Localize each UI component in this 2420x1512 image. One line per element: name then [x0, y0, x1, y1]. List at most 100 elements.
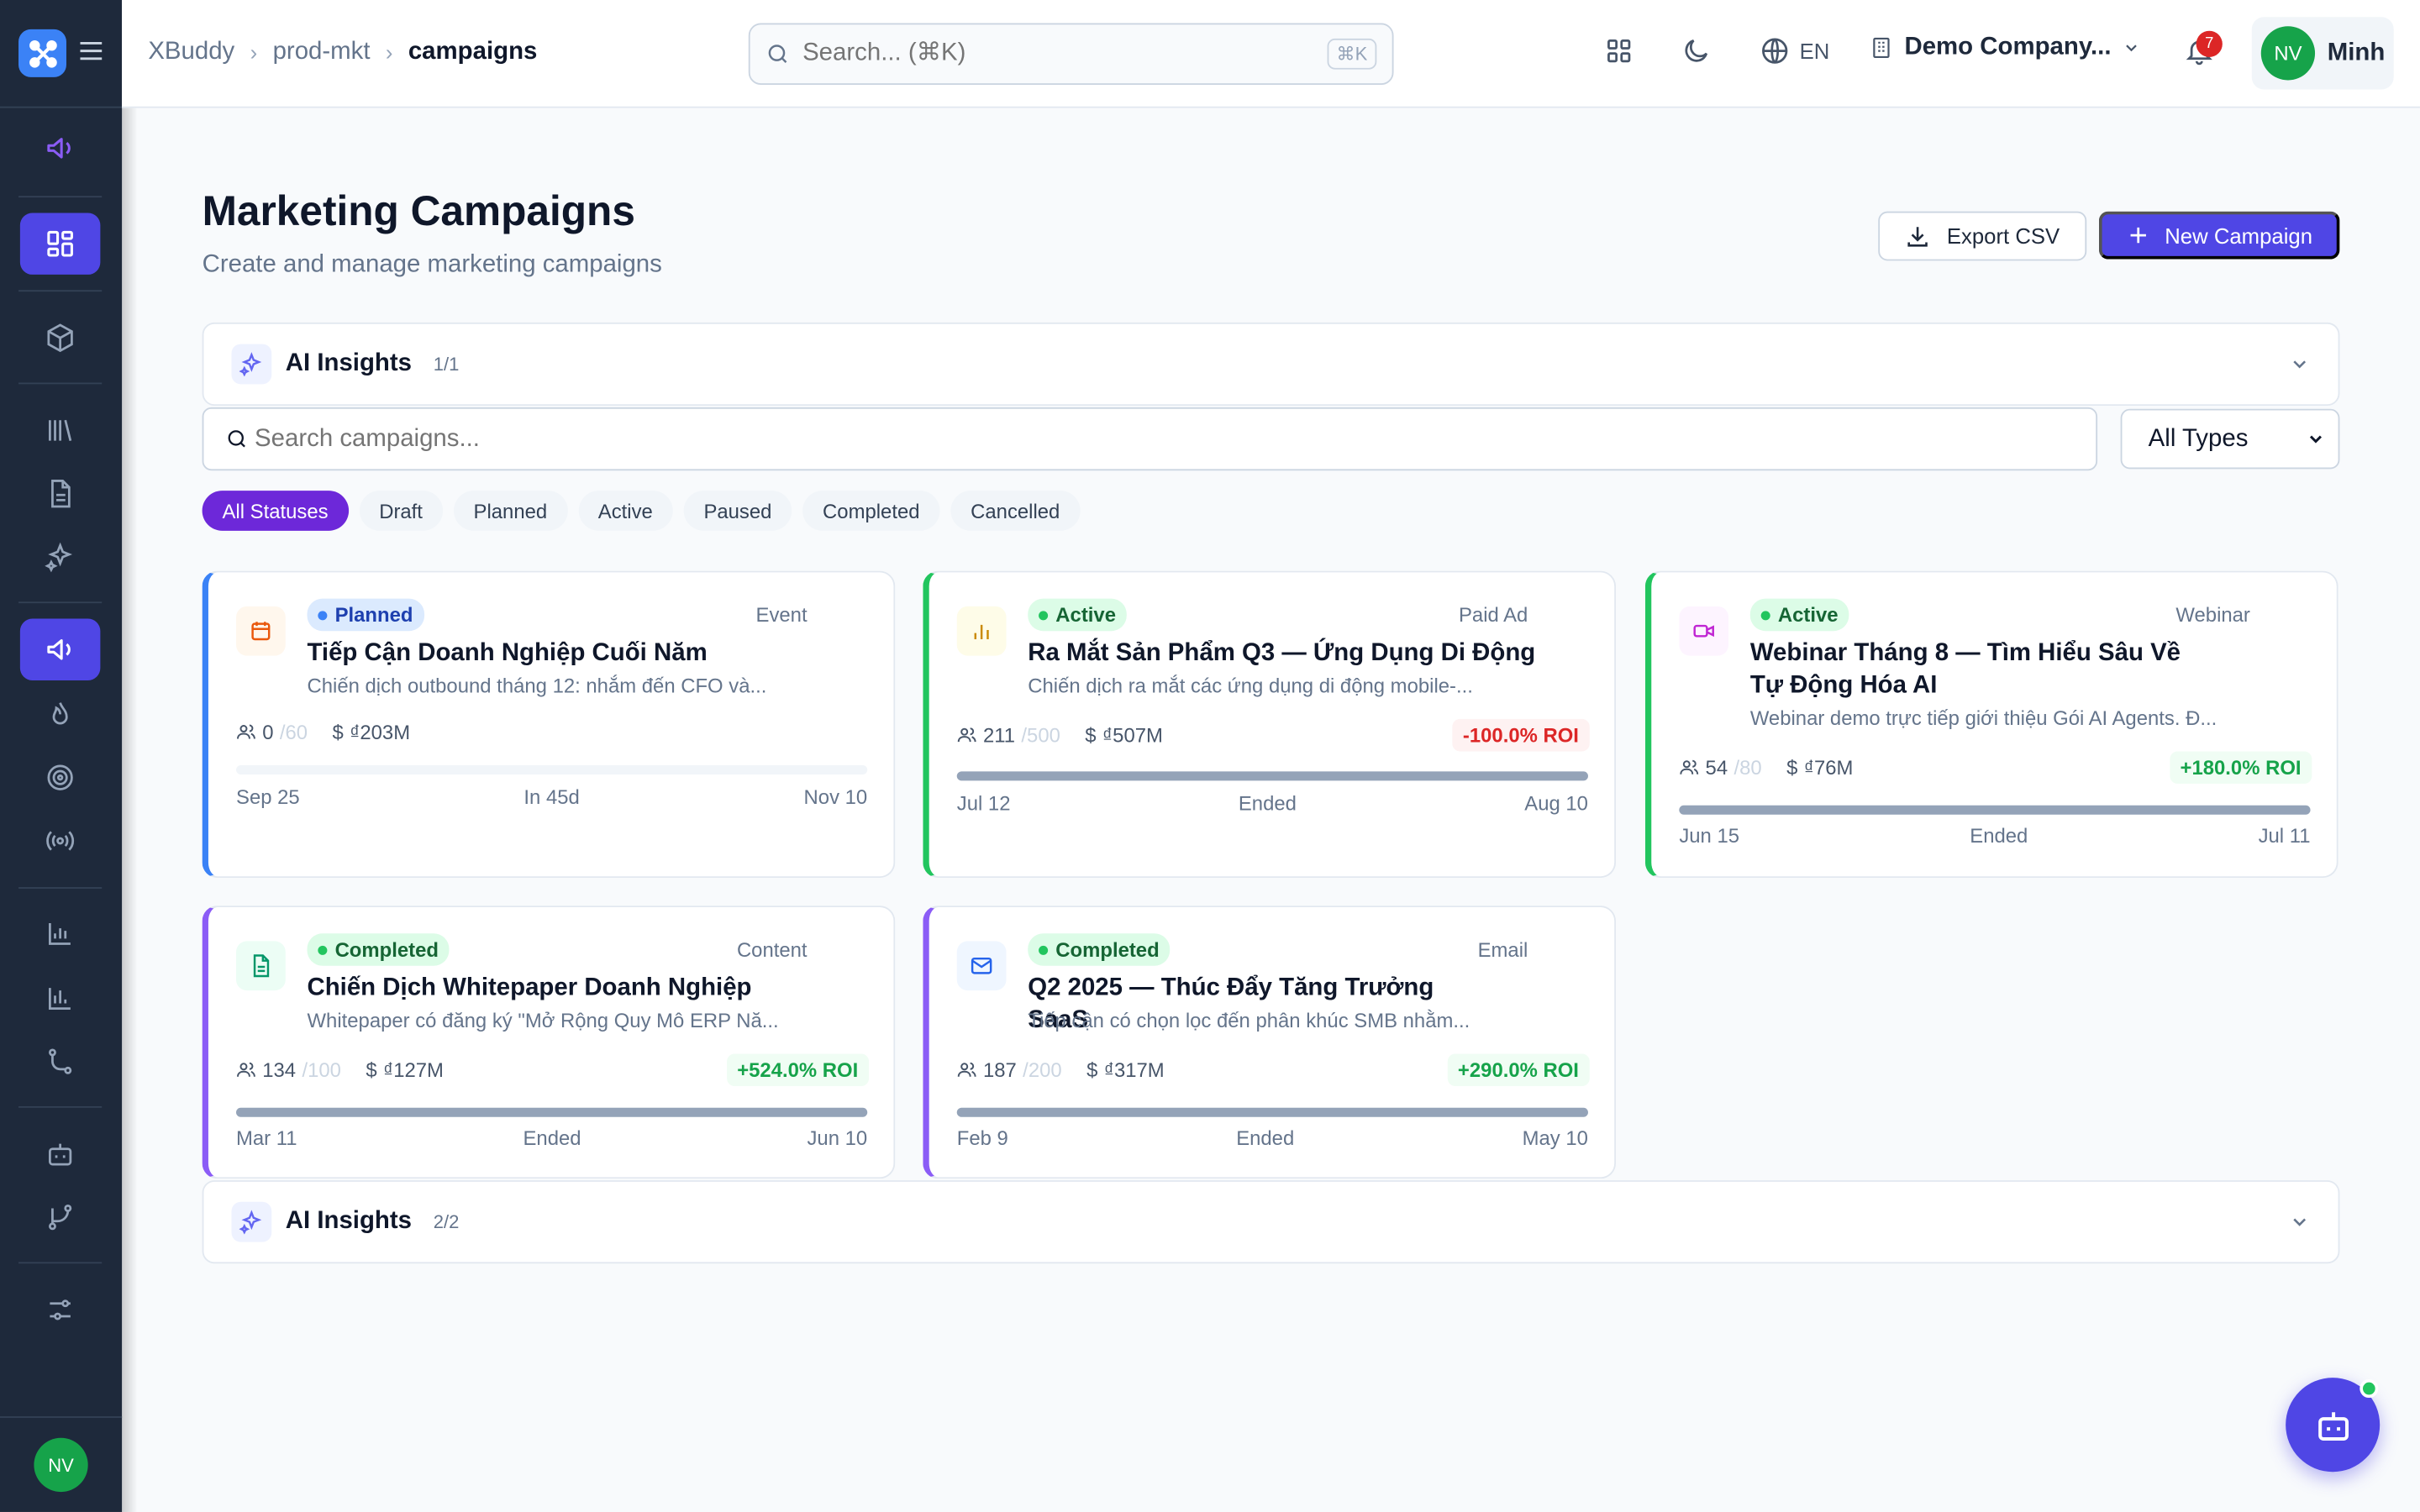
- status-badge: Completed: [1028, 933, 1171, 966]
- download-icon: [1908, 226, 1928, 246]
- sliders-icon: [50, 1299, 71, 1320]
- apps-button[interactable]: [1603, 35, 1634, 66]
- campaign-dates: Sep 25 In 45d Nov 10: [236, 785, 867, 809]
- start-date: Feb 9: [956, 1126, 1008, 1150]
- user-menu[interactable]: NV Minh: [2251, 17, 2394, 90]
- sidebar-item-dashboard[interactable]: [19, 213, 101, 275]
- dollar-icon: $: [1085, 723, 1097, 747]
- ai-insights-title: AI Insights: [285, 349, 412, 377]
- budget: ₫76M: [1803, 755, 1854, 780]
- sidebar-item-ai[interactable]: [20, 526, 101, 587]
- chevron-down-icon[interactable]: [2289, 1211, 2311, 1233]
- dashboard-icon: [47, 230, 73, 257]
- sidebar-item-campaigns[interactable]: [19, 618, 101, 680]
- campaign-name[interactable]: Webinar Tháng 8 — Tìm Hiểu Sâu Về Tự Độn…: [1750, 638, 2213, 702]
- sidebar-item-settings[interactable]: [20, 1279, 101, 1341]
- sidebar-item-marketing-module[interactable]: [20, 118, 101, 179]
- breadcrumb-root[interactable]: XBuddy: [148, 39, 234, 66]
- bot-icon: [2317, 1411, 2349, 1441]
- sidebar-item-agents[interactable]: [20, 1123, 101, 1184]
- status-chip-all[interactable]: All Statuses: [202, 491, 349, 531]
- theme-toggle[interactable]: [1681, 35, 1712, 66]
- sidebar-item-broadcast[interactable]: [20, 810, 101, 871]
- ai-insights-count: 1/1: [433, 353, 460, 375]
- campaign-card[interactable]: Active Paid Ad Ra Mắt Sản Phẩm Q3 — Ứng …: [923, 570, 1617, 879]
- start-date: Jun 15: [1679, 823, 1740, 848]
- leads-count: 187: [982, 1058, 1017, 1082]
- sidebar-item-products[interactable]: [20, 307, 101, 369]
- menu-icon[interactable]: [79, 37, 103, 70]
- type-select-value: All Types: [2148, 425, 2249, 452]
- breadcrumb-workspace[interactable]: prod-mkt: [273, 39, 371, 66]
- plus-icon: [2129, 227, 2146, 244]
- campaign-type: Email: [1477, 937, 1528, 962]
- sidebar-item-leads[interactable]: [20, 684, 101, 745]
- users-icon: [237, 724, 255, 739]
- status-chip-completed[interactable]: Completed: [802, 491, 940, 531]
- campaign-name[interactable]: Chiến Dịch Whitepaper Doanh Nghiệp: [308, 972, 771, 1005]
- sidebar-item-branches[interactable]: [20, 1186, 101, 1247]
- ai-insights-panel-bottom[interactable]: AI Insights 2/2: [202, 1180, 2340, 1264]
- users-icon: [237, 1062, 255, 1077]
- language-switcher[interactable]: EN: [1760, 35, 1829, 66]
- campaign-search[interactable]: [202, 407, 2098, 471]
- bar-chart-icon: [956, 606, 1007, 656]
- box-icon: [47, 323, 73, 353]
- sidebar-item-library[interactable]: [20, 400, 101, 461]
- status-chip-draft[interactable]: Draft: [359, 491, 443, 531]
- users-icon: [1680, 759, 1699, 774]
- sidebar-item-goals[interactable]: [20, 747, 101, 808]
- sidebar-item-analytics[interactable]: [20, 902, 101, 963]
- company-switcher[interactable]: Demo Company...: [1869, 34, 2140, 61]
- building-icon: [1873, 37, 1890, 59]
- type-select[interactable]: All Types: [2120, 408, 2340, 470]
- new-campaign-label: New Campaign: [2165, 223, 2313, 248]
- breadcrumb-current: campaigns: [408, 38, 538, 66]
- chevron-down-icon[interactable]: [2289, 354, 2311, 375]
- sidebar-divider: [18, 887, 103, 889]
- budget: ₫317M: [1103, 1058, 1165, 1082]
- campaign-search-input[interactable]: [255, 425, 2096, 454]
- leads-target: /80: [1733, 755, 1762, 780]
- campaign-name[interactable]: Tiếp Cận Doanh Nghiệp Cuối Năm: [308, 638, 771, 670]
- campaign-description: Chiến dịch outbound tháng 12: nhắm đến C…: [307, 674, 767, 698]
- ai-insights-count: 2/2: [433, 1210, 460, 1233]
- export-csv-button[interactable]: Export CSV: [1878, 211, 2087, 261]
- dollar-icon: $: [1786, 755, 1798, 780]
- global-search-input[interactable]: [802, 39, 1328, 68]
- sidebar-item-documents[interactable]: [20, 463, 101, 524]
- time-status: Ended: [1236, 1126, 1295, 1150]
- status-chip-cancelled[interactable]: Cancelled: [950, 491, 1081, 531]
- status-chip-active[interactable]: Active: [577, 491, 673, 531]
- campaign-card[interactable]: Completed Content Chiến Dịch Whitepaper …: [202, 906, 896, 1179]
- app-logo[interactable]: [18, 29, 66, 77]
- status-chip-planned[interactable]: Planned: [453, 491, 568, 531]
- budget: ₫507M: [1102, 723, 1163, 747]
- campaign-card[interactable]: Planned Event Tiếp Cận Doanh Nghiệp Cuối…: [202, 570, 896, 879]
- budget: ₫203M: [350, 720, 411, 744]
- end-date: May 10: [1522, 1126, 1588, 1150]
- status-badge: Planned: [307, 598, 424, 632]
- campaign-card[interactable]: Active Webinar Webinar Tháng 8 — Tìm Hiể…: [1644, 570, 2338, 879]
- search-icon: [768, 45, 787, 63]
- sidebar-item-workflows[interactable]: [20, 1031, 101, 1092]
- bar-chart-icon: [49, 922, 71, 945]
- sparkles-icon: [231, 1201, 272, 1242]
- status-chip-paused[interactable]: Paused: [683, 491, 792, 531]
- roi-badge: +290.0% ROI: [1447, 1053, 1590, 1087]
- sidebar-item-reports[interactable]: [20, 968, 101, 1029]
- campaign-name[interactable]: Ra Mắt Sản Phẩm Q3 — Ứng Dụng Di Động: [1028, 638, 1552, 670]
- topbar: XBuddy › prod-mkt › campaigns ⌘K EN Demo…: [122, 0, 2420, 108]
- broadcast-icon: [46, 831, 75, 851]
- page-subtitle: Create and manage marketing campaigns: [202, 251, 662, 278]
- new-campaign-button[interactable]: New Campaign: [2098, 211, 2340, 260]
- sidebar-avatar[interactable]: NV: [34, 1437, 88, 1493]
- global-search[interactable]: ⌘K: [748, 23, 1394, 86]
- online-indicator: [2360, 1379, 2379, 1399]
- ai-insights-panel[interactable]: AI Insights 1/1: [202, 322, 2340, 407]
- sidebar-shadow: [122, 0, 138, 1512]
- roi-badge: +180.0% ROI: [2169, 751, 2312, 785]
- export-csv-label: Export CSV: [1946, 223, 2060, 249]
- progress-bar: [236, 1107, 868, 1117]
- campaign-card[interactable]: Completed Email Q2 2025 — Thúc Đẩy Tăng …: [923, 906, 1617, 1179]
